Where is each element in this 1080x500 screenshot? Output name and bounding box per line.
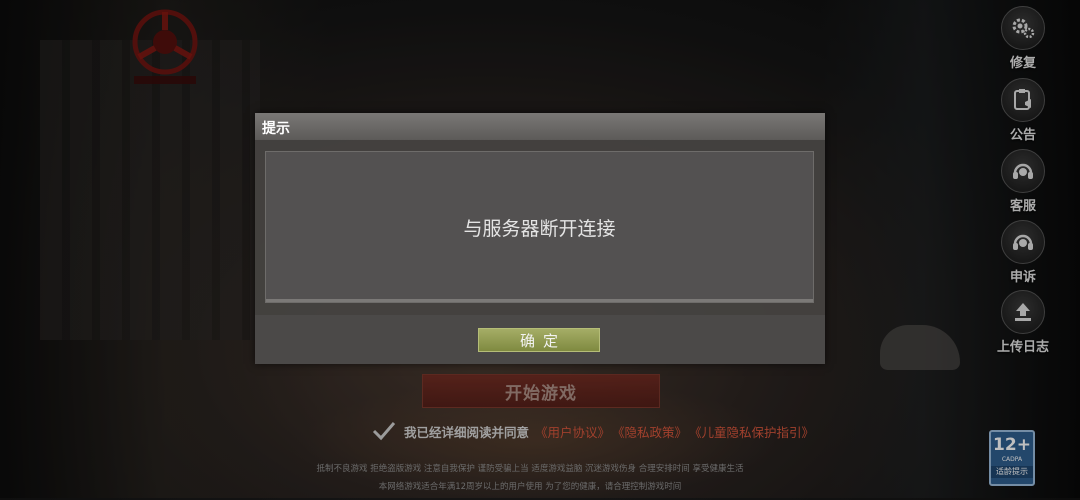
confirm-button[interactable]: 确定 [478,328,600,352]
dialog-header: 提示 [255,113,825,140]
dialog-body: 与服务器断开连接 [265,151,814,303]
dialog-message: 与服务器断开连接 [463,218,616,240]
alert-dialog: 提示 与服务器断开连接 确定 [255,113,825,364]
dialog-title: 提示 [262,121,290,137]
dialog-footer: 确定 [255,315,825,364]
